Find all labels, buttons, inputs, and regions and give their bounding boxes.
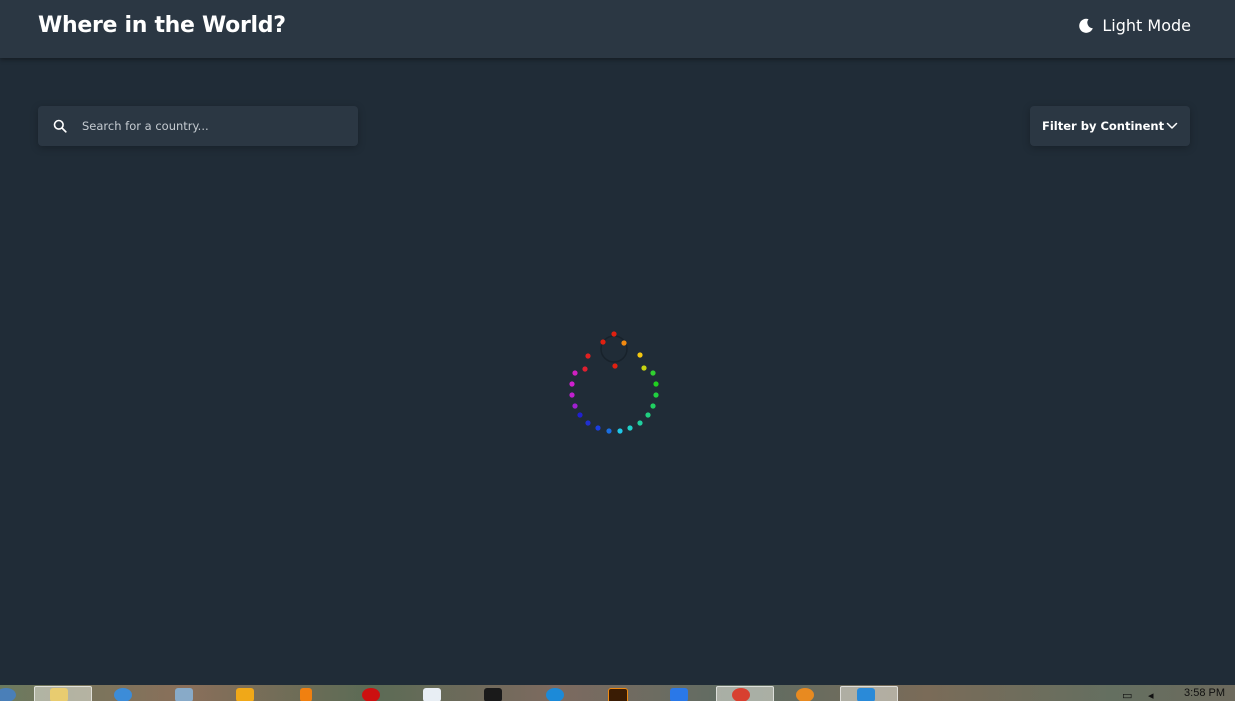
edge-icon[interactable]: [546, 688, 564, 701]
file-explorer-icon: [50, 688, 68, 701]
continent-filter-dropdown[interactable]: Filter by Continent: [1030, 106, 1190, 146]
internet-explorer-icon[interactable]: [114, 688, 132, 701]
app-window: Where in the World? Light Mode Filter by…: [0, 0, 1235, 685]
theme-toggle-label: Light Mode: [1102, 16, 1191, 35]
loading-spinner-icon: [569, 331, 659, 434]
search-box[interactable]: [38, 106, 358, 146]
illustrator-icon[interactable]: [608, 688, 628, 701]
start-icon[interactable]: [0, 688, 16, 701]
blue-app-icon[interactable]: [670, 688, 688, 701]
firefox-icon[interactable]: [796, 688, 814, 701]
taskbar-clock[interactable]: 3:58 PM: [1184, 687, 1225, 699]
filter-label: Filter by Continent: [1042, 119, 1165, 133]
os-taskbar: ▭ ◂ 3:58 PM: [0, 685, 1235, 701]
document-icon[interactable]: [423, 688, 441, 701]
search-input[interactable]: [82, 106, 358, 146]
chrome-icon: [732, 688, 750, 701]
search-icon: [53, 119, 67, 133]
chevron-down-icon: [1166, 122, 1178, 129]
messenger-icon[interactable]: [236, 688, 254, 701]
network-icon[interactable]: ▭: [1122, 689, 1132, 701]
media-app-icon[interactable]: [175, 688, 193, 701]
opera-icon[interactable]: [362, 688, 380, 701]
app-title: Where in the World?: [38, 13, 286, 38]
vscode-icon: [857, 688, 875, 701]
command-prompt-icon[interactable]: [484, 688, 502, 701]
vlc-icon[interactable]: [300, 688, 312, 701]
top-header: Where in the World? Light Mode: [0, 0, 1235, 58]
theme-toggle-button[interactable]: Light Mode: [1078, 16, 1191, 35]
moon-icon: [1079, 18, 1094, 33]
volume-icon[interactable]: ◂: [1148, 689, 1154, 701]
